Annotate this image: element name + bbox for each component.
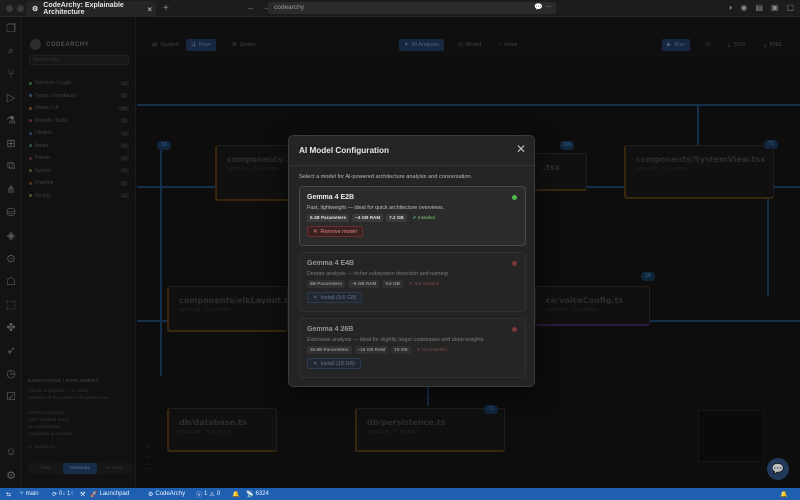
remove-model-button[interactable]: ✕ Remove model — [307, 226, 363, 237]
new-tab-icon[interactable]: + — [163, 3, 169, 14]
launchpad-label: Launchpad — [99, 491, 130, 497]
model-name: Gemma 4 E4B — [307, 260, 355, 267]
remote-indicator-icon[interactable]: ⇆ — [6, 488, 11, 500]
error-icon: ⓧ — [196, 492, 203, 499]
url-text: codearchy — [274, 4, 304, 11]
status-chip: ✔ Installed — [410, 214, 438, 222]
branch-name: main — [25, 491, 39, 497]
sync-counts: 0↓ 1↑ — [59, 491, 74, 497]
error-count: 1 — [204, 491, 208, 497]
title-bar-actions: ◑ ◉ ▤ ▣ ▢ — [727, 3, 794, 12]
dialog-description: Select a model for AI-powered architectu… — [299, 174, 473, 180]
layout-icon[interactable]: ▤ — [755, 3, 763, 12]
model-name: Gemma 4 26B — [307, 326, 354, 333]
warning-icon: ⚠ — [209, 491, 215, 498]
browser-tab[interactable]: ⚙ CodeArchy: Explainable Architecture × — [26, 1, 156, 17]
model-description: Deeper analysis — richer subsystem detec… — [307, 271, 450, 277]
status-dot — [512, 195, 517, 200]
sync-indicator[interactable]: ⟳ 0↓ 1↑ — [52, 488, 73, 500]
model-name: Gemma 4 E2B — [307, 194, 355, 201]
install-model-label: Install (18 GB) — [320, 360, 355, 367]
status-chip: ✕ Not installed — [406, 280, 442, 288]
notifications-icon[interactable]: 🔔 — [780, 488, 787, 500]
params-chip: 25.8B Parameters — [307, 346, 352, 354]
model-card-gemma-e4b[interactable]: Gemma 4 E4B Deeper analysis — richer sub… — [299, 252, 526, 312]
url-bar-icons: 💬 ⋯ — [534, 4, 552, 11]
branch-indicator[interactable]: ⑂ main — [20, 488, 39, 500]
params-chip: 8B Parameters — [307, 280, 346, 288]
tools-icon[interactable]: ⚒ — [80, 488, 85, 500]
install-model-button[interactable]: ✕ Install (9.6 GB) — [307, 292, 363, 303]
ram-chip: ~8 GB RAM — [348, 280, 380, 288]
remove-model-label: Remove model — [320, 228, 357, 235]
model-card-gemma-e2b[interactable]: Gemma 4 E2B Fast, lightweight — ideal fo… — [299, 186, 526, 246]
model-description: Extensive analysis — ideal for slightly … — [307, 337, 485, 343]
size-chip: 18 GB — [391, 346, 411, 354]
status-label: Not installed — [414, 281, 440, 286]
size-chip: 9.6 GB — [382, 280, 403, 288]
port-number: 6324 — [255, 491, 269, 497]
app-status-icon: ⚙ — [148, 491, 154, 498]
sync-icon: ⟳ — [52, 491, 58, 498]
status-dot — [512, 327, 517, 332]
size-chip: 7.2 GB — [386, 214, 407, 222]
launchpad-item[interactable]: 🚀 Launchpad — [90, 488, 129, 500]
extensions-icon[interactable]: ◑ — [727, 3, 732, 12]
bell-icon[interactable]: 🔔 — [232, 488, 239, 500]
dialog-header: AI Model Configuration ✕ — [289, 136, 536, 166]
close-icon[interactable]: ✕ — [516, 142, 526, 156]
params-chip: 5.1B Parameters — [307, 214, 350, 222]
app-item[interactable]: ⚙ CodeArchy — [148, 488, 185, 500]
x-icon: ✕ — [313, 360, 318, 367]
status-label: Installed — [417, 215, 435, 220]
problems-indicator[interactable]: ⓧ 1 ⚠ 0 — [196, 488, 220, 500]
git-branch-icon: ⑂ — [20, 491, 24, 497]
install-model-label: Install (9.6 GB) — [320, 294, 357, 301]
status-dot — [512, 261, 517, 266]
model-card-gemma-26b[interactable]: Gemma 4 26B Extensive analysis — ideal f… — [299, 318, 526, 378]
ai-model-config-dialog: AI Model Configuration ✕ Select a model … — [288, 135, 536, 387]
warning-count: 0 — [216, 491, 221, 497]
x-icon: ✕ — [313, 294, 318, 301]
ram-chip: ~16 GB RAM — [354, 346, 389, 354]
install-model-button[interactable]: ✕ Install (18 GB) — [307, 358, 361, 369]
tab-title: CodeArchy: Explainable Architecture — [43, 2, 124, 16]
more-icon[interactable]: ▢ — [786, 3, 794, 12]
broadcast-icon: 📡 — [246, 491, 254, 498]
model-description: Fast, lightweight — ideal for quick arch… — [307, 205, 445, 211]
status-chip: ✕ Not installed — [414, 346, 450, 354]
model-specs: 25.8B Parameters ~16 GB RAM 18 GB ✕ Not … — [307, 346, 450, 354]
x-icon: ✕ — [313, 228, 318, 235]
url-bar[interactable]: codearchy 💬 ⋯ — [268, 2, 556, 14]
dialog-title: AI Model Configuration — [299, 146, 390, 155]
status-bar: ⇆ ⑂ main ⟳ 0↓ 1↑ ⚒ 🚀 Launchpad ⚙ CodeArc… — [0, 488, 800, 500]
close-tab-icon[interactable]: × — [147, 5, 152, 14]
app-favicon-icon: ⚙ — [32, 6, 39, 13]
back-icon[interactable]: ← — [247, 3, 255, 12]
panel-icon[interactable]: ▣ — [771, 3, 779, 12]
rocket-status-icon: 🚀 — [90, 491, 98, 498]
title-bar: ⚙ CodeArchy: Explainable Architecture × … — [0, 0, 800, 17]
model-specs: 8B Parameters ~8 GB RAM 9.6 GB ✕ Not ins… — [307, 280, 442, 288]
port-indicator[interactable]: 📡 6324 — [246, 488, 269, 500]
ram-chip: ~4 GB RAM — [352, 214, 384, 222]
model-specs: 5.1B Parameters ~4 GB RAM 7.2 GB ✔ Insta… — [307, 214, 438, 222]
copilot-icon[interactable]: ◉ — [740, 3, 747, 12]
app-label: CodeArchy — [155, 491, 186, 497]
status-label: Not installed — [421, 347, 447, 352]
